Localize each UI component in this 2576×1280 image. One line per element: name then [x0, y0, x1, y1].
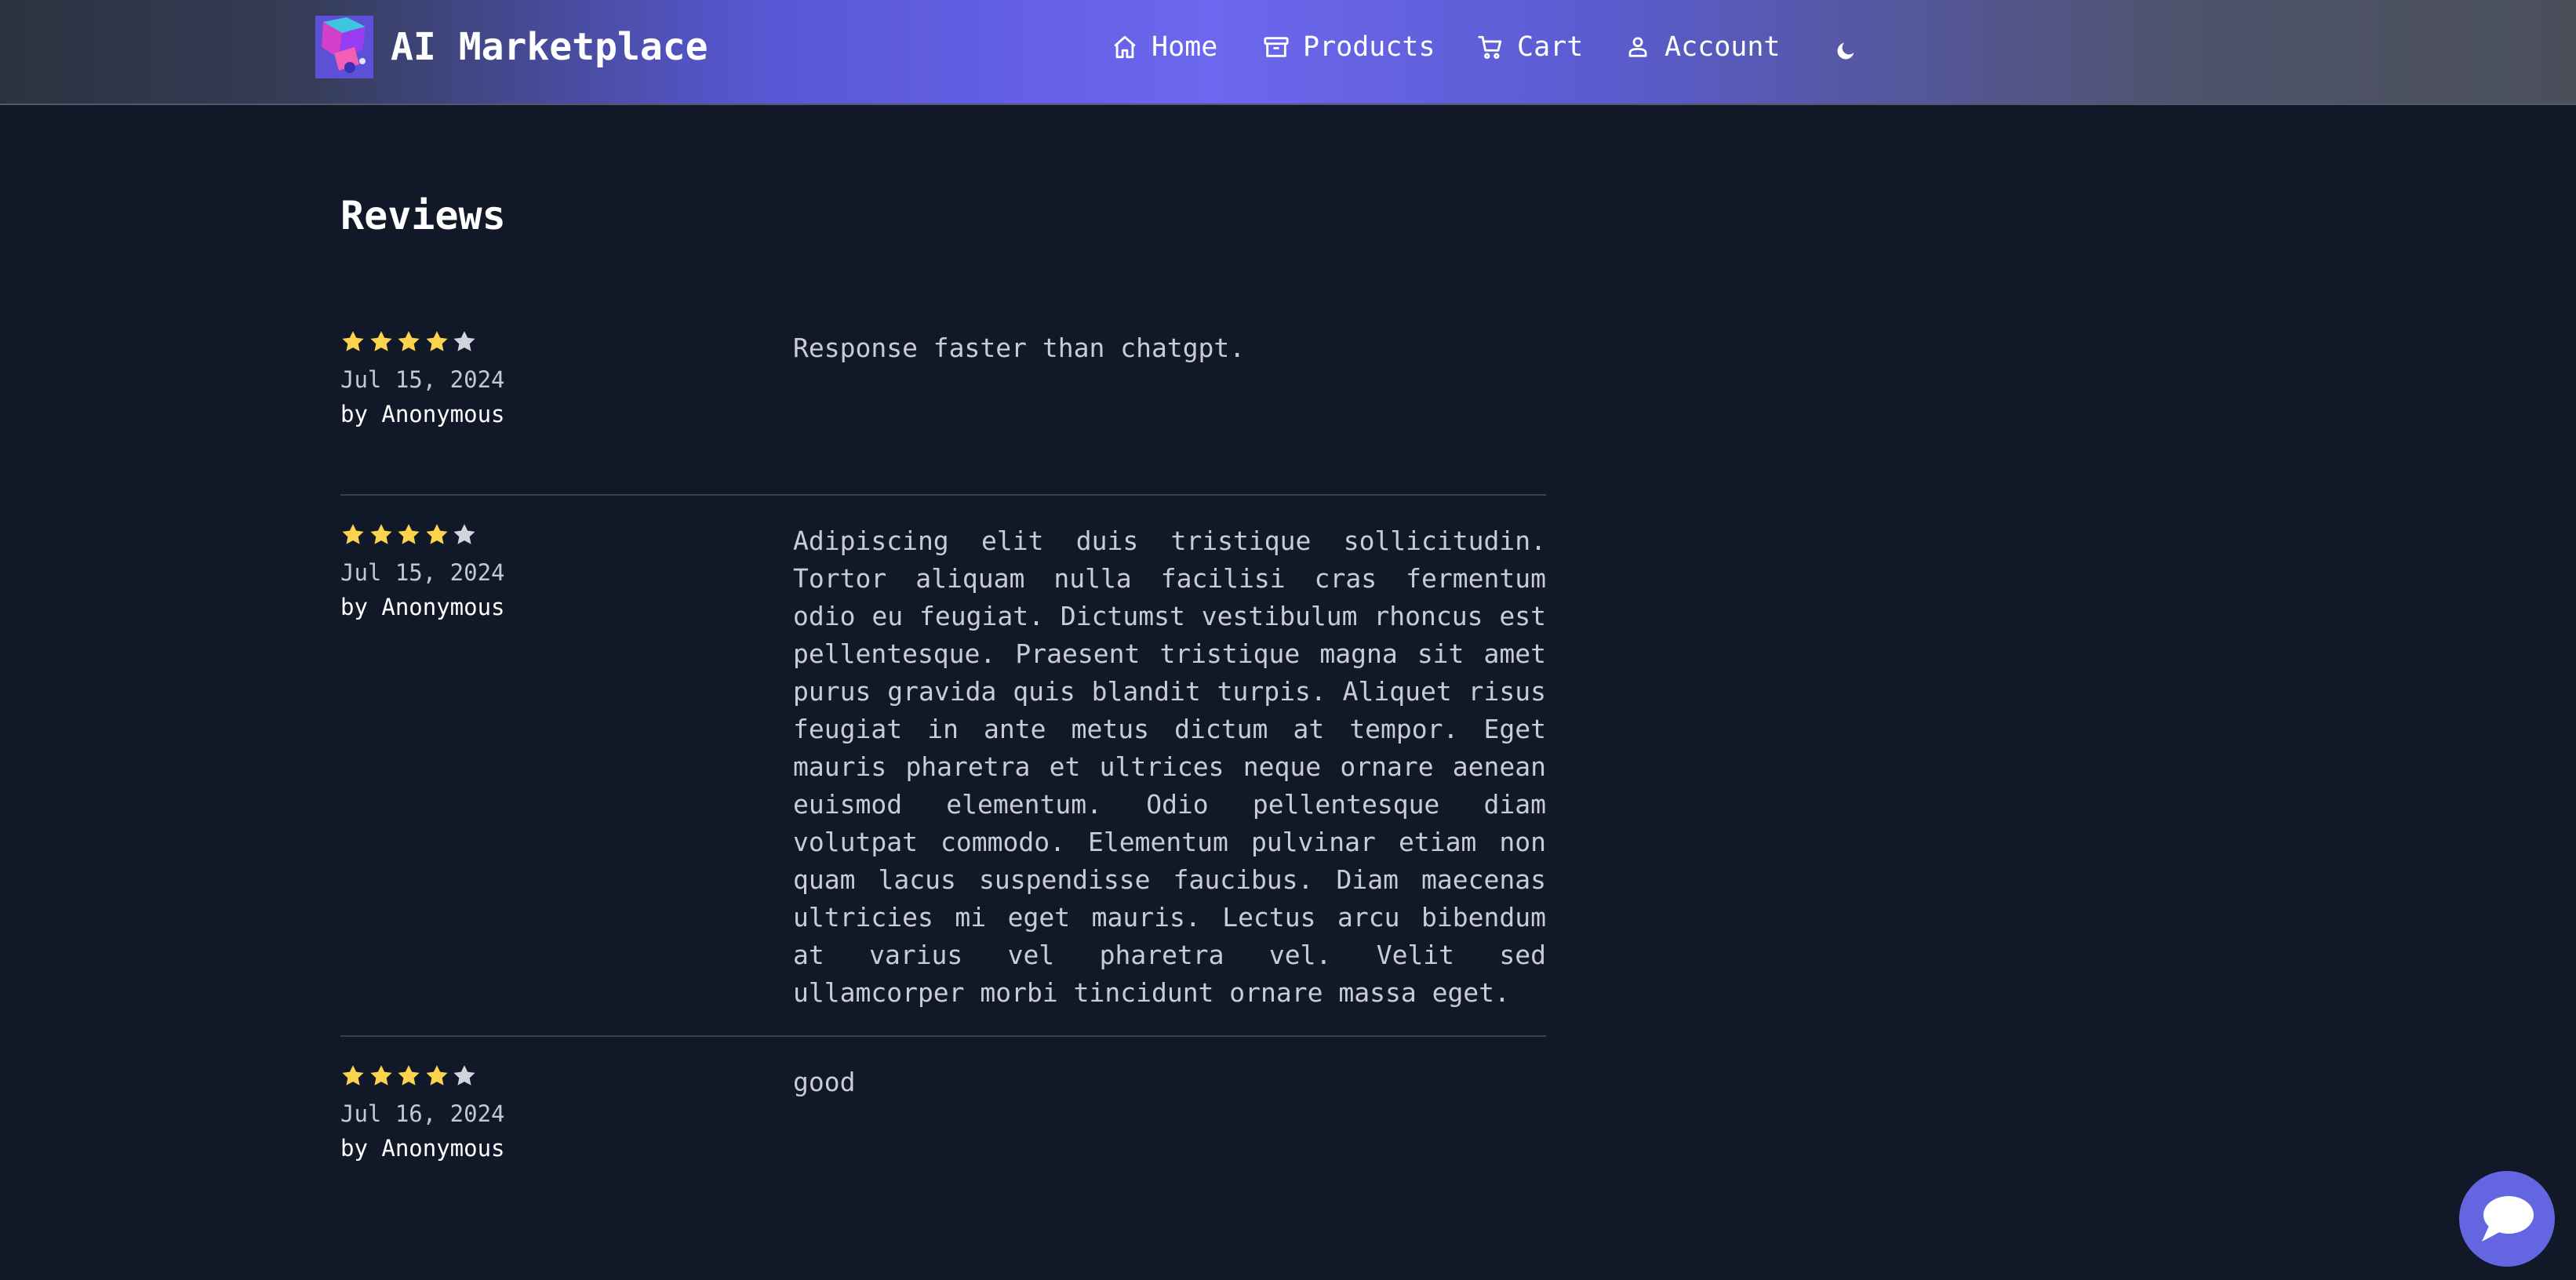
- star-empty-icon: [453, 331, 475, 351]
- star-filled-icon: [425, 331, 448, 351]
- home-icon: [1109, 31, 1141, 63]
- star-filled-icon: [369, 1065, 392, 1085]
- cart-icon: [1475, 31, 1506, 63]
- star-empty-icon: [453, 524, 475, 544]
- page-title: Reviews: [340, 193, 506, 238]
- archive-box-icon: [1261, 31, 1292, 63]
- user-icon: [1622, 31, 1654, 63]
- review-divider: [340, 494, 1546, 496]
- nav-cart-label: Cart: [1517, 31, 1584, 63]
- nav-account[interactable]: Account: [1622, 27, 1781, 67]
- chat-bubble-icon: [2482, 1196, 2534, 1242]
- nav-cart[interactable]: Cart: [1475, 27, 1583, 67]
- star-rating: [340, 522, 480, 547]
- star-filled-icon: [369, 331, 392, 351]
- chat-widget-button[interactable]: [2459, 1171, 2555, 1267]
- review-item: Jul 16, 2024 by Anonymous good: [340, 1064, 1546, 1173]
- theme-toggle-button[interactable]: [1831, 35, 1862, 66]
- nav-home-label: Home: [1152, 31, 1218, 63]
- review-divider: [340, 1035, 1546, 1037]
- logo-icon[interactable]: [315, 16, 373, 78]
- top-navbar: AI Marketplace Home Products Cart Accoun…: [0, 0, 2576, 105]
- star-rating: [340, 1064, 480, 1089]
- brand-title[interactable]: AI Marketplace: [391, 24, 708, 71]
- moon-icon: [1837, 42, 1854, 60]
- review-item: Jul 15, 2024 by Anonymous Adipiscing eli…: [340, 522, 1546, 1009]
- star-filled-icon: [342, 1065, 364, 1085]
- nav-products-label: Products: [1303, 31, 1435, 63]
- star-rating: [340, 329, 480, 355]
- star-empty-icon: [453, 1065, 475, 1085]
- star-filled-icon: [342, 524, 364, 544]
- star-filled-icon: [425, 524, 448, 544]
- star-filled-icon: [369, 524, 392, 544]
- review-date: Jul 16, 2024: [340, 1100, 505, 1127]
- review-author: by Anonymous: [340, 401, 505, 427]
- review-text: Adipiscing elit duis tristique sollicitu…: [793, 525, 1546, 1008]
- star-filled-icon: [425, 1065, 448, 1085]
- star-filled-icon: [398, 524, 420, 544]
- star-filled-icon: [398, 1065, 420, 1085]
- star-filled-icon: [342, 331, 364, 351]
- review-date: Jul 15, 2024: [340, 559, 505, 586]
- review-text: good: [793, 1067, 856, 1097]
- review-author: by Anonymous: [340, 1135, 505, 1162]
- nav-account-label: Account: [1665, 31, 1781, 63]
- review-item: Jul 15, 2024 by Anonymous Response faste…: [340, 329, 1546, 439]
- review-text: Response faster than chatgpt.: [793, 333, 1246, 363]
- nav-products[interactable]: Products: [1261, 27, 1435, 67]
- review-date: Jul 15, 2024: [340, 366, 505, 393]
- review-author: by Anonymous: [340, 594, 505, 620]
- nav-home[interactable]: Home: [1109, 27, 1217, 67]
- star-filled-icon: [398, 331, 420, 351]
